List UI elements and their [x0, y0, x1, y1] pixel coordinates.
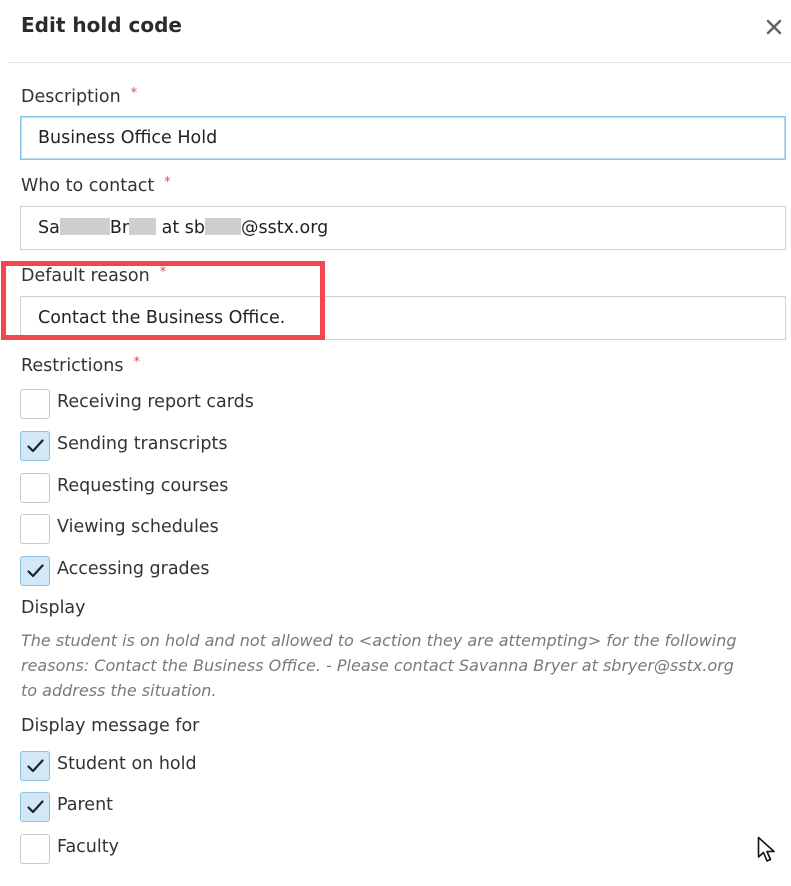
who-to-contact-label: Who to contact *: [21, 175, 171, 196]
checkbox-label: Parent: [57, 795, 114, 815]
display-message-preview: The student is on hold and not allowed t…: [21, 631, 737, 700]
checkbox-box[interactable]: [20, 514, 50, 544]
who-to-contact-input[interactable]: Sa Br at sb @sstx.org: [20, 206, 786, 250]
required-marker: *: [130, 86, 138, 101]
redacted-block: [129, 218, 157, 235]
checkbox-label: Student on hold: [57, 754, 197, 774]
header-divider: [8, 62, 791, 63]
redacted-block: [204, 218, 241, 235]
close-icon[interactable]: [762, 15, 786, 39]
required-marker: *: [133, 355, 140, 370]
checkbox-box[interactable]: [20, 751, 50, 781]
default-reason-label: Default reason *: [21, 265, 167, 286]
display-label: Display: [21, 598, 86, 618]
mouse-pointer-icon: [757, 836, 779, 868]
checkmark-icon: [27, 439, 44, 453]
checkbox-box[interactable]: [20, 389, 50, 419]
checkbox-box[interactable]: [20, 556, 50, 586]
dialog-title: Edit hold code: [21, 13, 182, 37]
checkmark-icon: [27, 564, 44, 578]
description-label: Description *: [21, 86, 138, 107]
checkbox-box[interactable]: [20, 431, 50, 461]
restrictions-label: Restrictions *: [21, 355, 140, 376]
checkbox-label: Requesting courses: [57, 476, 229, 496]
checkbox-label: Faculty: [57, 837, 119, 857]
display-message-for-label: Display message for: [21, 716, 200, 736]
default-reason-input[interactable]: Contact the Business Office.: [20, 296, 786, 340]
required-marker: *: [164, 175, 171, 190]
checkmark-icon: [27, 800, 44, 814]
required-marker: *: [159, 265, 167, 280]
checkbox-label: Receiving report cards: [57, 392, 254, 412]
description-input[interactable]: Business Office Hold: [20, 116, 786, 160]
checkbox-box[interactable]: [20, 473, 50, 503]
checkbox-label: Sending transcripts: [57, 434, 228, 454]
checkbox-label: Accessing grades: [57, 559, 210, 579]
dialog-header: Edit hold code: [0, 0, 791, 62]
redacted-block: [59, 218, 110, 235]
checkmark-icon: [27, 759, 44, 773]
checkbox-box[interactable]: [20, 834, 50, 864]
checkbox-label: Viewing schedules: [57, 517, 219, 537]
checkbox-box[interactable]: [20, 792, 50, 822]
